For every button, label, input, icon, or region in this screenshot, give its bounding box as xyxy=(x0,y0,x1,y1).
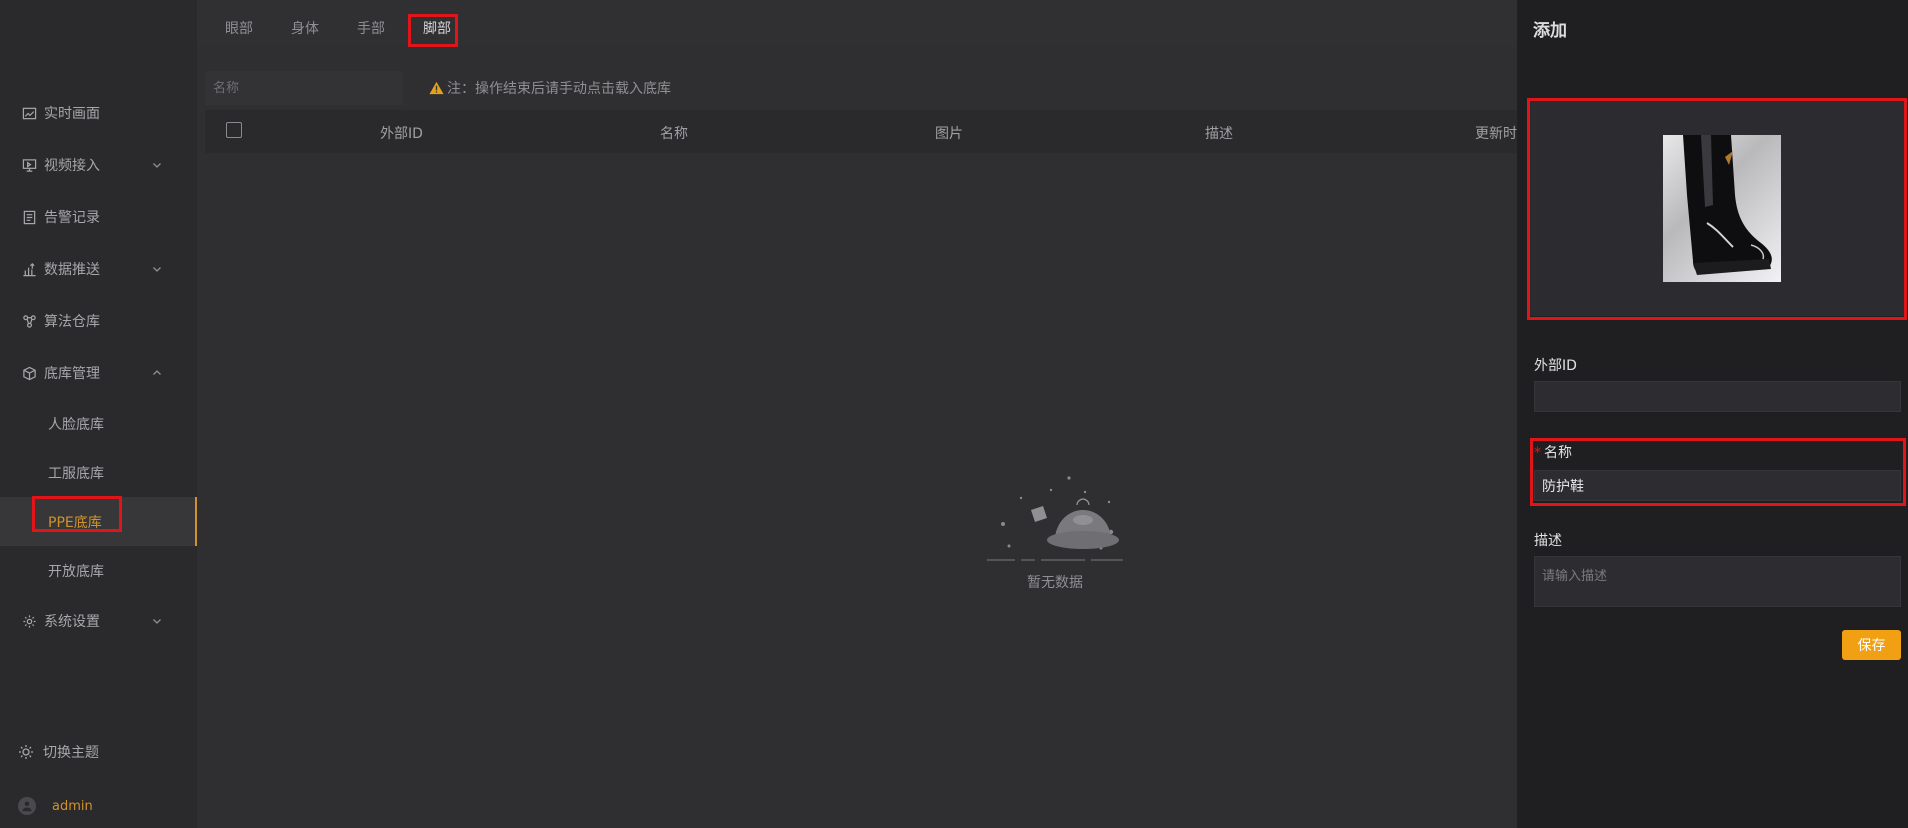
sidebar: 实时画面 视频接入 告警记录 数据推送 算法仓库 底库管理 人脸底库 工服底库 … xyxy=(0,0,197,828)
tab-hands[interactable]: 手部 xyxy=(357,18,385,38)
chevron-down-icon xyxy=(153,619,161,624)
cube-icon xyxy=(21,365,37,381)
empty-state: 暂无数据 xyxy=(985,468,1125,592)
algorithm-icon xyxy=(21,313,37,329)
external-id-label: 外部ID xyxy=(1534,358,1577,374)
sidebar-subitem-ppe-library[interactable]: PPE底库 xyxy=(0,497,197,546)
sidebar-item-label: 算法仓库 xyxy=(44,314,100,330)
uploaded-image-boot xyxy=(1663,135,1781,282)
avatar xyxy=(18,797,36,815)
column-description[interactable]: 描述 xyxy=(1205,123,1233,143)
chevron-down-icon xyxy=(153,163,161,168)
sidebar-item-algorithm-repo[interactable]: 算法仓库 xyxy=(0,295,197,347)
table-header: 外部ID 名称 图片 描述 更新时间 xyxy=(205,110,1531,153)
sidebar-item-video-access[interactable]: 视频接入 xyxy=(0,139,197,191)
name-label: * 名称 xyxy=(1534,442,1572,462)
sidebar-item-label: 告警记录 xyxy=(44,210,100,226)
boot-image xyxy=(1683,135,1772,275)
sidebar-subitem-face-library[interactable]: 人脸底库 xyxy=(0,399,197,448)
tab-body[interactable]: 身体 xyxy=(291,18,319,38)
description-textarea[interactable] xyxy=(1534,556,1901,607)
empty-text: 暂无数据 xyxy=(1027,575,1083,591)
sidebar-item-label: 系统设置 xyxy=(44,614,100,630)
name-label-text: 名称 xyxy=(1544,445,1572,461)
notice: 注：操作结束后请手动点击载入底库 xyxy=(429,78,671,98)
image-upload-area[interactable] xyxy=(1529,101,1904,316)
sidebar-item-system-settings[interactable]: 系统设置 xyxy=(0,595,197,647)
theme-toggle-label: 切换主题 xyxy=(43,745,99,761)
select-all-checkbox[interactable] xyxy=(226,122,242,138)
sidebar-subitem-uniform-library[interactable]: 工服底库 xyxy=(0,448,197,497)
chevron-up-icon xyxy=(153,370,161,375)
chevron-down-icon xyxy=(153,267,161,272)
sidebar-item-label: 视频接入 xyxy=(44,158,100,174)
document-icon xyxy=(21,209,37,225)
drawer-title: 添加 xyxy=(1533,21,1567,41)
warning-icon xyxy=(429,81,444,95)
name-input[interactable] xyxy=(1534,470,1901,501)
theme-toggle-button[interactable]: 切换主题 xyxy=(18,742,99,762)
sidebar-item-alarm-records[interactable]: 告警记录 xyxy=(0,191,197,243)
main-content: 眼部 身体 手部 脚部 注：操作结束后请手动点击载入底库 外部ID 名称 图片 … xyxy=(197,0,1531,828)
sidebar-item-realtime[interactable]: 实时画面 xyxy=(0,87,197,139)
sidebar-menu: 实时画面 视频接入 告警记录 数据推送 算法仓库 底库管理 人脸底库 工服底库 … xyxy=(0,87,197,647)
external-id-input[interactable] xyxy=(1534,381,1901,412)
column-external-id[interactable]: 外部ID xyxy=(380,123,423,143)
empty-ufo-icon xyxy=(987,476,1123,561)
add-drawer: 添加 外部ID *名称 描述 保存 xyxy=(1517,0,1908,828)
user-icon xyxy=(22,801,32,812)
required-mark: * xyxy=(1534,445,1541,461)
column-image[interactable]: 图片 xyxy=(935,123,963,143)
sidebar-item-label: 数据推送 xyxy=(44,262,100,278)
tab-feet[interactable]: 脚部 xyxy=(423,18,451,38)
user-info[interactable]: admin xyxy=(18,797,93,815)
sidebar-subitem-label: 开放底库 xyxy=(48,563,104,580)
column-name[interactable]: 名称 xyxy=(660,123,688,143)
sidebar-item-library-management[interactable]: 底库管理 xyxy=(0,347,197,399)
gear-icon xyxy=(21,613,37,629)
sidebar-subitem-open-library[interactable]: 开放底库 xyxy=(0,546,197,595)
sidebar-subitem-label: 人脸底库 xyxy=(48,416,104,433)
tab-eyes[interactable]: 眼部 xyxy=(225,18,253,38)
sidebar-subitem-label: 工服底库 xyxy=(48,465,104,482)
sidebar-item-label: 底库管理 xyxy=(44,366,100,382)
username: admin xyxy=(52,798,93,814)
sidebar-subitem-label: PPE底库 xyxy=(48,514,102,531)
monitor-icon xyxy=(21,157,37,173)
sidebar-item-data-push[interactable]: 数据推送 xyxy=(0,243,197,295)
sidebar-item-label: 实时画面 xyxy=(44,106,100,122)
bar-upload-icon xyxy=(21,261,37,277)
description-label: 描述 xyxy=(1534,533,1562,549)
category-tabs: 眼部 身体 手部 脚部 xyxy=(197,0,1517,46)
search-input[interactable] xyxy=(205,71,403,105)
chart-line-icon xyxy=(21,105,37,121)
sun-icon xyxy=(19,745,33,759)
notice-text: 注：操作结束后请手动点击载入底库 xyxy=(447,81,671,97)
save-button[interactable]: 保存 xyxy=(1842,630,1901,660)
